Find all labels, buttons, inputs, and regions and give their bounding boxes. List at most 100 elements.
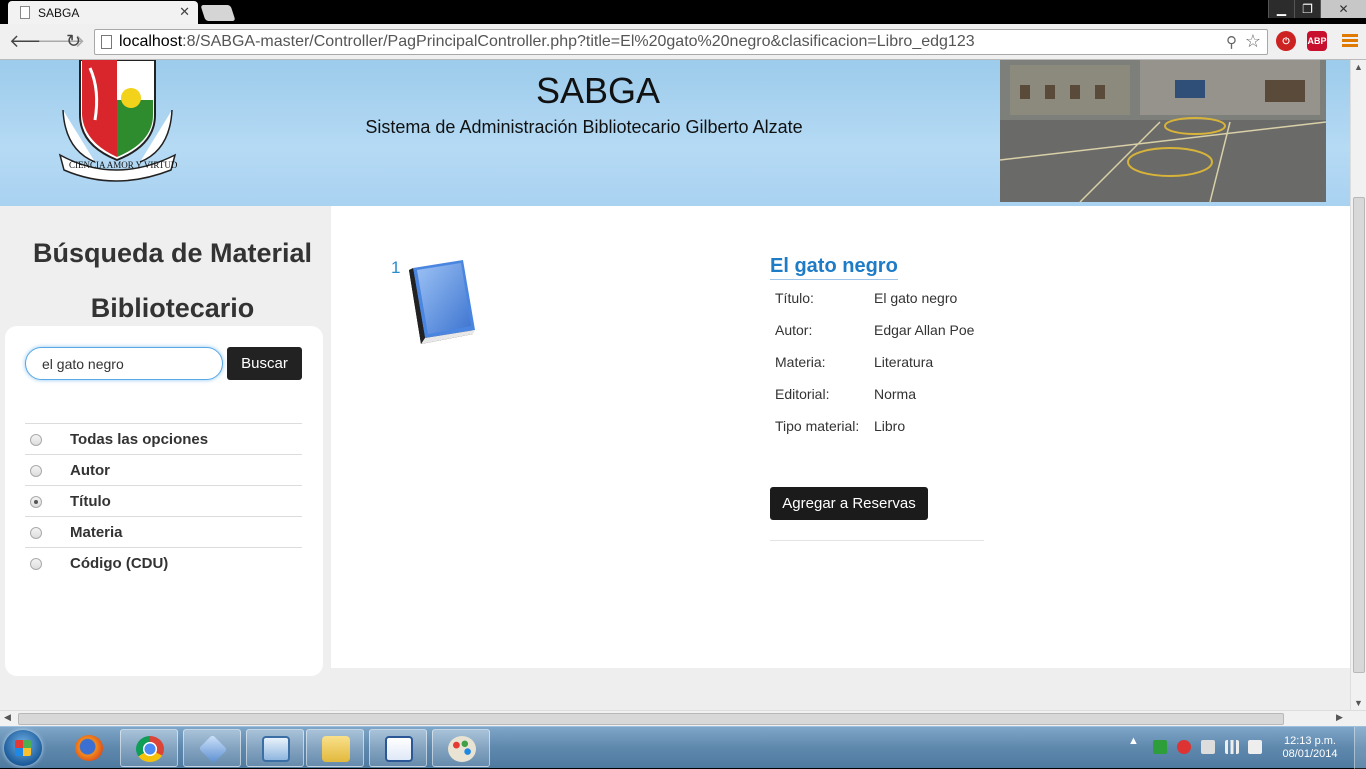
scroll-thumb[interactable] bbox=[18, 713, 1284, 725]
svg-text:CIENCIA AMOR Y VIRTUD: CIENCIA AMOR Y VIRTUD bbox=[69, 160, 178, 170]
option-label: Materia bbox=[70, 524, 123, 541]
option-materia[interactable]: Materia bbox=[25, 516, 302, 547]
word-icon bbox=[385, 736, 413, 762]
results-area: 1 El gato negro Título: El gato negro Aut… bbox=[331, 206, 1350, 668]
tray-app-icon[interactable] bbox=[1153, 740, 1167, 754]
scroll-up-icon[interactable]: ▲ bbox=[1354, 62, 1363, 72]
detail-key: Tipo material: bbox=[775, 418, 860, 434]
minimize-icon[interactable]: ▁ bbox=[1268, 0, 1294, 18]
firefox-icon bbox=[75, 735, 103, 761]
tray-alert-icon[interactable] bbox=[1177, 740, 1191, 754]
page-icon bbox=[101, 35, 112, 49]
new-tab-button[interactable] bbox=[200, 5, 236, 21]
detail-value: Norma bbox=[874, 386, 917, 402]
reload-icon[interactable]: ↻ bbox=[66, 32, 81, 50]
site-subtitle: Sistema de Administración Bibliotecario … bbox=[365, 117, 803, 137]
detail-key: Autor: bbox=[775, 322, 813, 338]
stop-extension-icon[interactable]: ⏻ bbox=[1276, 31, 1296, 51]
header-banner: CIENCIA AMOR Y VIRTUD SABGA Sistema de A… bbox=[0, 60, 1350, 206]
page-icon bbox=[20, 6, 30, 19]
page-viewport: CIENCIA AMOR Y VIRTUD SABGA Sistema de A… bbox=[0, 60, 1350, 710]
detail-key: Editorial: bbox=[775, 386, 830, 402]
tab-sabga[interactable]: SABGA ✕ bbox=[8, 1, 198, 24]
taskbar-clock[interactable]: 12:13 p.m. 08/01/2014 bbox=[1270, 735, 1350, 761]
clock-time: 12:13 p.m. bbox=[1284, 735, 1336, 747]
scroll-down-icon[interactable]: ▼ bbox=[1354, 698, 1363, 708]
option-autor[interactable]: Autor bbox=[25, 454, 302, 485]
detail-row: Autor: Edgar Allan Poe bbox=[771, 314, 978, 346]
radio-button[interactable] bbox=[30, 527, 42, 539]
sidebar-title: Búsqueda de Material Bibliotecario bbox=[32, 238, 313, 323]
close-tab-icon[interactable]: ✕ bbox=[179, 4, 190, 20]
windows-taskbar: ▲ 12:13 p.m. 08/01/2014 bbox=[0, 726, 1366, 769]
explorer-taskbar-button[interactable] bbox=[306, 729, 364, 767]
window-controls: ▁ ❐ ✕ bbox=[1268, 0, 1366, 18]
show-desktop-button[interactable] bbox=[1354, 727, 1366, 769]
option-label: Autor bbox=[70, 462, 110, 479]
add-to-reservations-button[interactable]: Agregar a Reservas bbox=[770, 487, 928, 520]
palette-icon bbox=[448, 736, 476, 762]
paint-taskbar-button[interactable] bbox=[432, 729, 490, 767]
word-taskbar-button[interactable] bbox=[369, 729, 427, 767]
browser-toolbar: 🡐 🡒 ↻ localhost:8/SABGA-master/Controlle… bbox=[0, 24, 1366, 60]
virtualbox-taskbar-button[interactable] bbox=[183, 729, 241, 767]
scroll-left-icon[interactable]: ◀ bbox=[4, 712, 11, 723]
adblock-icon[interactable]: ABP bbox=[1307, 31, 1327, 51]
book-icon[interactable] bbox=[403, 258, 483, 350]
detail-row: Materia: Literatura bbox=[771, 346, 978, 378]
option-label: Título bbox=[70, 493, 111, 510]
power-icon[interactable] bbox=[1201, 740, 1215, 754]
detail-row: Tipo material: Libro bbox=[771, 410, 978, 442]
start-button[interactable] bbox=[4, 730, 42, 766]
chrome-icon bbox=[136, 736, 164, 762]
firefox-taskbar-button[interactable] bbox=[60, 729, 118, 767]
bookmark-star-icon[interactable]: ☆ bbox=[1245, 31, 1261, 52]
radio-button-selected[interactable] bbox=[30, 496, 42, 508]
option-todas[interactable]: Todas las opciones bbox=[25, 423, 302, 454]
divider bbox=[770, 540, 984, 541]
address-bar[interactable]: localhost:8/SABGA-master/Controller/PagP… bbox=[94, 29, 1268, 55]
option-label: Todas las opciones bbox=[70, 431, 209, 448]
detail-value: Literatura bbox=[874, 354, 934, 370]
radio-button[interactable] bbox=[30, 558, 42, 570]
chrome-taskbar-button[interactable] bbox=[120, 729, 178, 767]
school-courtyard-photo bbox=[1000, 60, 1326, 202]
close-window-icon[interactable]: ✕ bbox=[1320, 0, 1366, 18]
detail-row: Título: El gato negro bbox=[771, 282, 978, 314]
search-panel: Buscar Todas las opciones Autor Título M… bbox=[5, 326, 323, 676]
search-button[interactable]: Buscar bbox=[227, 347, 302, 380]
clock-date: 08/01/2014 bbox=[1282, 748, 1338, 760]
url-text[interactable]: localhost:8/SABGA-master/Controller/PagP… bbox=[119, 33, 975, 51]
result-title-link[interactable]: El gato negro bbox=[770, 255, 898, 280]
volume-icon[interactable] bbox=[1248, 740, 1262, 754]
radio-button[interactable] bbox=[30, 434, 42, 446]
tab-strip: SABGA ✕ ▁ ❐ ✕ bbox=[0, 0, 1366, 24]
vertical-scrollbar[interactable]: ▲ ▼ bbox=[1350, 60, 1366, 710]
menu-icon[interactable] bbox=[1342, 34, 1358, 49]
option-titulo[interactable]: Título bbox=[25, 485, 302, 516]
result-number: 1 bbox=[391, 258, 401, 277]
search-input[interactable] bbox=[25, 347, 223, 380]
detail-value: El gato negro bbox=[874, 290, 958, 306]
maximize-icon[interactable]: ❐ bbox=[1294, 0, 1320, 18]
folder-icon bbox=[322, 736, 350, 762]
monitor-icon bbox=[262, 736, 290, 762]
scroll-right-icon[interactable]: ▶ bbox=[1336, 712, 1343, 723]
show-hidden-icons[interactable]: ▲ bbox=[1128, 735, 1139, 747]
detail-value: Edgar Allan Poe bbox=[874, 322, 975, 338]
network-icon[interactable] bbox=[1225, 740, 1239, 754]
search-options: Todas las opciones Autor Título Materia … bbox=[25, 423, 302, 578]
remote-desktop-taskbar-button[interactable] bbox=[246, 729, 304, 767]
horizontal-scrollbar[interactable]: ◀ ▶ bbox=[0, 710, 1366, 726]
option-codigo[interactable]: Código (CDU) bbox=[25, 547, 302, 578]
radio-button[interactable] bbox=[30, 465, 42, 477]
zoom-icon[interactable]: ⚲ bbox=[1226, 33, 1237, 51]
result-details: Título: El gato negro Autor: Edgar Allan P… bbox=[771, 282, 978, 442]
tab-title: SABGA bbox=[38, 6, 80, 20]
option-label: Código (CDU) bbox=[70, 555, 169, 572]
search-sidebar: Búsqueda de Material Bibliotecario Busca… bbox=[0, 206, 330, 710]
detail-value: Libro bbox=[874, 418, 906, 434]
cube-icon bbox=[198, 734, 228, 764]
scroll-thumb[interactable] bbox=[1353, 197, 1365, 673]
detail-row: Editorial: Norma bbox=[771, 378, 978, 410]
